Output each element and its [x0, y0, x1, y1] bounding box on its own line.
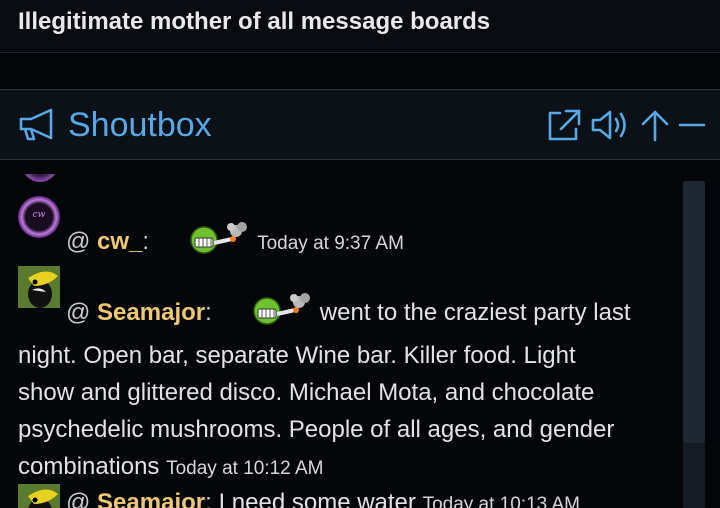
spacer — [0, 53, 720, 89]
message-text: went to the craziest party last — [319, 299, 631, 326]
avatar[interactable] — [18, 484, 60, 508]
mention-at: @ — [66, 489, 91, 508]
forum-header: Illegitimate mother of all message board… — [0, 0, 720, 53]
message-first-line: @ Seamajor: went to the craziest party l… — [18, 266, 678, 337]
shoutbox-title-group[interactable]: Shoutbox — [18, 106, 212, 144]
message-text: show and glittered disco. Michael Mota, … — [18, 379, 595, 406]
shoutbox-title: Shoutbox — [68, 105, 212, 144]
smoking-grin-emoji — [251, 292, 313, 337]
list-item: cw @ cw_: Today at 9:37 AM — [18, 196, 678, 266]
megaphone-icon — [18, 108, 58, 142]
list-item: @ Seamajor: went to the craziest party l… — [18, 266, 678, 487]
username[interactable]: cw_ — [97, 228, 142, 255]
list-item: @ Seamajor: I need some water Today at 1… — [18, 484, 678, 508]
message-text: combinations — [18, 453, 160, 480]
minimize-icon[interactable] — [678, 108, 706, 142]
timestamp: Today at 9:37 AM — [257, 233, 404, 254]
separator: : — [205, 299, 212, 326]
mention-at: @ — [66, 299, 91, 326]
arrow-up-icon[interactable] — [640, 108, 670, 142]
timestamp: Today at 10:12 AM — [166, 458, 324, 479]
avatar — [22, 174, 58, 182]
separator: : — [205, 489, 212, 508]
message-body: @ cw_: Today at 9:37 AM — [18, 196, 678, 266]
sound-icon[interactable] — [590, 108, 632, 142]
shoutbox-feed[interactable]: cw @ cw_: Today at 9:37 AM @ Seamajor: w… — [0, 161, 720, 508]
scrollbar[interactable] — [683, 181, 705, 508]
mention-at: @ — [66, 228, 91, 255]
username[interactable]: Seamajor — [97, 299, 205, 326]
message-text: I need some water — [218, 489, 416, 508]
separator: : — [142, 228, 150, 255]
scrollbar-thumb[interactable] — [683, 181, 705, 443]
timestamp: Today at 10:13 AM — [422, 494, 580, 508]
popout-icon[interactable] — [546, 108, 582, 142]
avatar[interactable]: cw — [18, 196, 60, 238]
avatar[interactable] — [18, 266, 60, 308]
smoking-grin-emoji — [188, 221, 250, 266]
message-text: psychedelic mushrooms. People of all age… — [18, 416, 615, 443]
forum-title[interactable]: Illegitimate mother of all message board… — [18, 8, 490, 36]
shoutbox-controls — [546, 108, 706, 142]
username[interactable]: Seamajor — [97, 489, 205, 508]
shoutbox-header: Shoutbox — [0, 89, 720, 160]
message-last-line: combinations Today at 10:12 AM — [18, 448, 678, 487]
message-first-line: @ Seamajor: I need some water Today at 1… — [18, 484, 678, 508]
message-text: night. Open bar, separate Wine bar. Kill… — [18, 342, 576, 369]
